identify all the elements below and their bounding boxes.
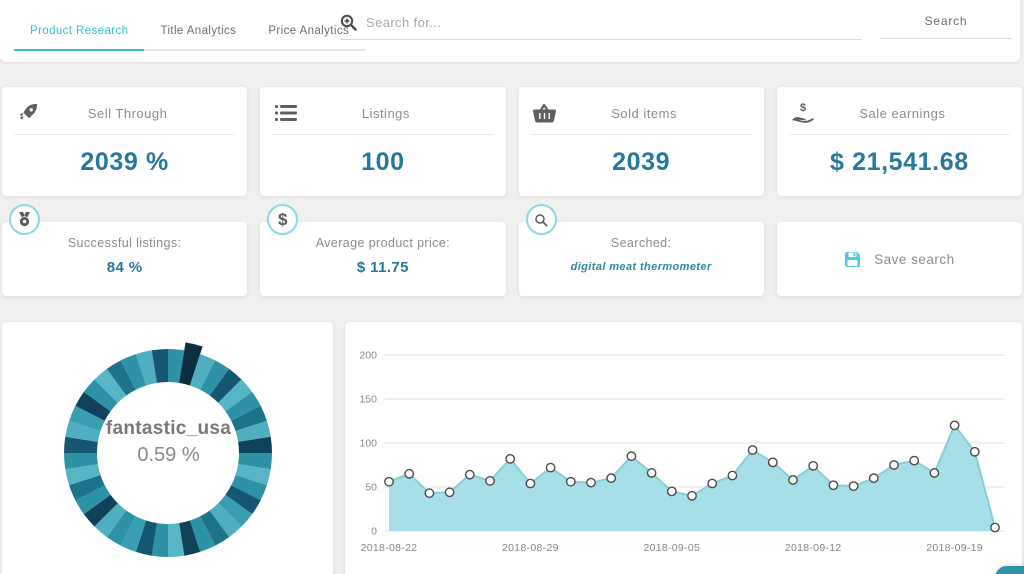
stat-card-searched: Searched: digital meat thermometer <box>518 204 764 296</box>
svg-text:150: 150 <box>359 394 377 406</box>
stat-value: 100 <box>361 148 405 176</box>
stat-card-sale-earnings: $ Sale earnings $ 21,541.68 <box>776 87 1022 196</box>
area-chart-card: 0 50 100 150 200 2018-08-22 2018-08-29 2018-09-… <box>345 322 1022 574</box>
donut-chart-card: fantastic_usa 0.59 % <box>2 322 333 574</box>
tab-title-analytics[interactable]: Title Analytics <box>144 11 253 51</box>
svg-text:50: 50 <box>365 482 377 494</box>
svg-text:2018-09-19: 2018-09-19 <box>926 542 983 554</box>
save-icon <box>844 251 861 268</box>
stat-title: Searched: <box>610 236 672 250</box>
searched-term: digital meat thermometer <box>570 261 712 273</box>
save-search-button[interactable]: Save search <box>776 222 1022 296</box>
stat-card-listings: Listings 100 <box>260 87 506 196</box>
stats-row-2: Successful listings: 84 % $ Average prod… <box>2 204 1022 296</box>
search-input[interactable] <box>366 15 862 30</box>
charts-row: fantastic_usa 0.59 % 0 50 100 150 200 2018-08… <box>2 322 1022 574</box>
chat-widget-button[interactable] <box>995 566 1024 574</box>
sales-area-chart[interactable]: 0 50 100 150 200 2018-08-22 2018-08-29 2018-09-… <box>345 322 1020 574</box>
zoom-search-icon <box>340 14 357 31</box>
stat-value: $ 21,541.68 <box>830 148 969 176</box>
donut-chart[interactable] <box>2 322 333 574</box>
stat-value: 2039 <box>612 148 671 176</box>
stat-card-successful-listings: Successful listings: 84 % <box>2 204 248 296</box>
svg-text:0: 0 <box>371 526 377 538</box>
stat-title: Sell Through <box>87 105 168 121</box>
save-search-label: Save search <box>874 251 955 267</box>
search-box <box>340 14 862 40</box>
nav-tabs: Product Research Title Analytics Price A… <box>14 11 366 51</box>
stat-card-average-price: $ Average product price: $ 11.75 <box>260 204 506 296</box>
stats-row-1: Sell Through 2039 % Listings 100 Sold it… <box>2 87 1022 196</box>
basket-icon <box>531 100 559 126</box>
top-navigation-bar: Product Research Title Analytics Price A… <box>0 0 1020 62</box>
stat-value: 2039 % <box>80 148 169 176</box>
stat-title: Listings <box>361 105 410 121</box>
hand-dollar-icon: $ <box>789 100 817 126</box>
list-icon <box>272 100 300 126</box>
stat-card-sell-through: Sell Through 2039 % <box>2 87 248 196</box>
svg-text:2018-09-12: 2018-09-12 <box>785 542 842 554</box>
stat-value: 84 % <box>106 259 143 276</box>
stat-value: $ 11.75 <box>356 259 409 276</box>
svg-text:2018-08-29: 2018-08-29 <box>502 542 559 554</box>
tab-product-research[interactable]: Product Research <box>14 11 145 51</box>
search-button[interactable]: Search <box>880 14 1012 39</box>
svg-text:$: $ <box>800 102 806 114</box>
stat-title: Successful listings: <box>67 236 182 250</box>
stat-title: Sale earnings <box>859 105 946 121</box>
dollar-icon: $ <box>267 204 299 235</box>
medal-icon <box>9 204 40 235</box>
stat-card-sold-items: Sold items 2039 <box>518 87 764 196</box>
stat-title: Sold items <box>611 105 677 121</box>
rocket-icon <box>14 100 42 126</box>
svg-text:100: 100 <box>359 438 377 450</box>
stat-title: Average product price: <box>315 236 451 250</box>
magnifier-icon <box>525 204 557 235</box>
svg-text:2018-08-22: 2018-08-22 <box>361 542 418 554</box>
svg-text:2018-09-05: 2018-09-05 <box>643 542 700 554</box>
svg-text:200: 200 <box>359 350 377 362</box>
